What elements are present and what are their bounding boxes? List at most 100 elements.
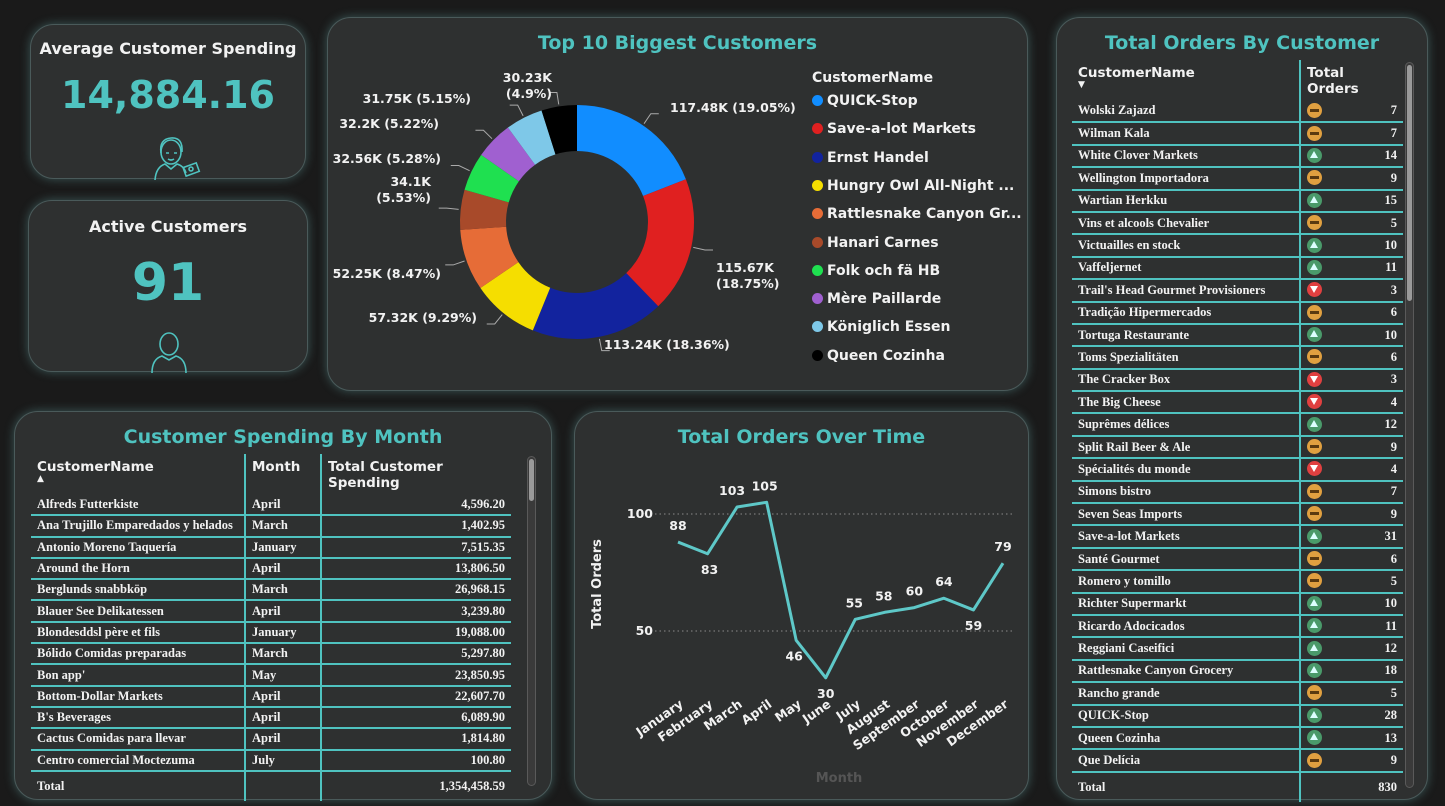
donut-slice[interactable] bbox=[577, 105, 686, 197]
table-row[interactable]: Reggiani Caseifici 12 bbox=[1072, 637, 1403, 661]
cell-customer: Toms Spezialitäten bbox=[1072, 346, 1301, 370]
table-row[interactable]: Vins et alcools Chevalier 5 bbox=[1072, 211, 1403, 236]
table-row[interactable]: The Cracker Box 3 bbox=[1072, 368, 1403, 393]
table-row[interactable]: Around the Horn April 13,806.50 bbox=[31, 557, 511, 581]
table-row[interactable]: Que Delícia 9 bbox=[1072, 749, 1403, 773]
cell-spending: 5,297.80 bbox=[321, 643, 511, 666]
table-row[interactable]: Wilman Kala 7 bbox=[1072, 122, 1403, 146]
scrollbar[interactable] bbox=[527, 456, 536, 786]
cell-customer: Cactus Comidas para llevar bbox=[31, 728, 246, 751]
table-row[interactable]: Tortuga Restaurante 10 bbox=[1072, 323, 1403, 348]
legend-item[interactable]: Hanari Carnes bbox=[812, 235, 939, 251]
table-row[interactable]: Tradição Hipermercados 6 bbox=[1072, 301, 1403, 325]
cell-total-orders: 11 bbox=[1324, 614, 1403, 639]
legend-marker bbox=[812, 293, 823, 305]
cell-customer: Santé Gourmet bbox=[1072, 547, 1301, 572]
table-row[interactable]: Vaffeljernet 11 bbox=[1072, 256, 1403, 281]
table-row[interactable]: Bottom-Dollar Markets April 22,607.70 bbox=[31, 685, 511, 708]
table-row[interactable]: Wolski Zajazd 7 bbox=[1072, 100, 1403, 124]
trend-neutral-icon bbox=[1307, 102, 1322, 118]
cell-customer: Berglunds snabbköp bbox=[31, 579, 246, 602]
table-row[interactable]: Antonio Moreno Taquería January 7,515.35 bbox=[31, 536, 511, 559]
legend-item[interactable]: Rattlesnake Canyon Gr... bbox=[812, 206, 1022, 222]
legend-item[interactable]: Queen Cozinha bbox=[812, 348, 945, 364]
table-row[interactable]: Simons bistro 7 bbox=[1072, 480, 1403, 505]
legend-item[interactable]: Folk och fä HB bbox=[812, 263, 940, 279]
table-row[interactable]: QUICK-Stop 28 bbox=[1072, 704, 1403, 728]
y-tick-label: 50 bbox=[636, 623, 654, 638]
table-row[interactable]: Santé Gourmet 6 bbox=[1072, 547, 1403, 572]
scrollbar-thumb[interactable] bbox=[529, 459, 534, 501]
orders-table: CustomerName ▼ Total Orders Wolski Zajazd… bbox=[1072, 60, 1403, 802]
cell-spending: 1,814.80 bbox=[321, 728, 511, 751]
legend-item[interactable]: Hungry Owl All-Night ... bbox=[812, 178, 1014, 194]
cell-customer: Trail's Head Gourmet Provisioners bbox=[1072, 279, 1301, 303]
cell-month: April bbox=[245, 706, 322, 730]
table-row[interactable]: Rancho grande 5 bbox=[1072, 682, 1403, 706]
kpi-value: 91 bbox=[131, 253, 205, 313]
table-row[interactable]: Alfreds Futterkiste April 4,596.20 bbox=[31, 494, 511, 517]
scrollbar-thumb[interactable] bbox=[1407, 65, 1412, 301]
series-line[interactable] bbox=[677, 500, 1005, 680]
table-row[interactable]: Trail's Head Gourmet Provisioners 3 bbox=[1072, 279, 1403, 303]
cell-customer: Centro comercial Moctezuma bbox=[31, 749, 246, 772]
table-row[interactable]: Berglunds snabbköp March 26,968.15 bbox=[31, 579, 511, 602]
x-tick-label: May bbox=[772, 696, 804, 725]
cell-indicator bbox=[1300, 458, 1324, 482]
scrollbar[interactable] bbox=[1405, 62, 1414, 788]
table-row[interactable]: Save-a-lot Markets 31 bbox=[1072, 525, 1403, 549]
column-header-customer[interactable]: CustomerName ▼ bbox=[1072, 60, 1301, 100]
legend-item[interactable]: Mère Paillarde bbox=[812, 291, 941, 307]
table-row[interactable]: Bon app' May 23,850.95 bbox=[31, 664, 511, 687]
legend-item[interactable]: Ernst Handel bbox=[812, 150, 929, 166]
leader-line bbox=[438, 207, 459, 210]
table-row[interactable]: Spécialités du monde 4 bbox=[1072, 458, 1403, 482]
cell-month: April bbox=[245, 494, 322, 517]
cell-customer: Reggiani Caseifici bbox=[1072, 637, 1301, 661]
cell-customer: The Big Cheese bbox=[1072, 391, 1301, 415]
cell-total-orders: 4 bbox=[1324, 458, 1403, 482]
cell-indicator bbox=[1300, 749, 1324, 773]
column-header-total-orders[interactable]: Total Orders bbox=[1300, 60, 1403, 100]
table-row[interactable]: The Big Cheese 4 bbox=[1072, 391, 1403, 415]
table-row[interactable]: Split Rail Beer & Ale 9 bbox=[1072, 435, 1403, 460]
table-row[interactable]: Cactus Comidas para llevar April 1,814.80 bbox=[31, 728, 511, 751]
table-row[interactable]: Victuailles en stock 10 bbox=[1072, 234, 1403, 258]
table-row[interactable]: Blondesddsl père et fils January 19,088.00 bbox=[31, 621, 511, 645]
table-row[interactable]: Suprêmes délices 12 bbox=[1072, 413, 1403, 437]
table-row[interactable]: Centro comercial Moctezuma July 100.80 bbox=[31, 749, 511, 772]
cell-spending: 22,607.70 bbox=[321, 685, 511, 708]
data-label: 103 bbox=[719, 483, 745, 498]
cell-customer: Vins et alcools Chevalier bbox=[1072, 211, 1301, 236]
cell-total-orders: 12 bbox=[1324, 413, 1403, 437]
table-row[interactable]: Queen Cozinha 13 bbox=[1072, 726, 1403, 751]
trend-up-icon bbox=[1307, 707, 1322, 723]
table-row[interactable]: Toms Spezialitäten 6 bbox=[1072, 346, 1403, 370]
sort-descending-icon[interactable]: ▼ bbox=[1078, 81, 1293, 90]
cell-total-orders: 18 bbox=[1324, 659, 1403, 684]
legend-item[interactable]: QUICK-Stop bbox=[812, 93, 918, 109]
column-header-customer[interactable]: CustomerName ▲ bbox=[31, 454, 246, 494]
table-row[interactable]: Rattlesnake Canyon Grocery 18 bbox=[1072, 659, 1403, 684]
sort-ascending-icon[interactable]: ▲ bbox=[37, 475, 238, 484]
legend-label: Hungry Owl All-Night ... bbox=[827, 177, 1015, 194]
table-row[interactable]: White Clover Markets 14 bbox=[1072, 144, 1403, 169]
legend-item[interactable]: Königlich Essen bbox=[812, 319, 950, 335]
table-row[interactable]: Blauer See Delikatessen April 3,239.80 bbox=[31, 600, 511, 623]
column-header-spending[interactable]: Total Customer Spending bbox=[321, 454, 511, 494]
table-row[interactable]: Ricardo Adocicados 11 bbox=[1072, 614, 1403, 639]
cell-total-orders: 9 bbox=[1324, 435, 1403, 460]
table-row[interactable]: Ana Trujillo Emparedados y helados March 1… bbox=[31, 515, 511, 538]
table-row[interactable]: Richter Supermarkt 10 bbox=[1072, 592, 1403, 617]
kpi-card-average-spending: Average Customer Spending 14,884.16 bbox=[30, 24, 306, 181]
table-row[interactable]: Wellington Importadora 9 bbox=[1072, 167, 1403, 191]
column-header-month[interactable]: Month bbox=[245, 454, 322, 494]
table-row[interactable]: Romero y tomillo 5 bbox=[1072, 570, 1403, 594]
cell-total-orders: 13 bbox=[1324, 726, 1403, 751]
legend-item[interactable]: Save-a-lot Markets bbox=[812, 121, 976, 137]
table-row[interactable]: Wartian Herkku 15 bbox=[1072, 189, 1403, 213]
table-row[interactable]: Seven Seas Imports 9 bbox=[1072, 503, 1403, 527]
trend-up-icon bbox=[1307, 640, 1322, 656]
table-row[interactable]: Bólido Comidas preparadas March 5,297.80 bbox=[31, 643, 511, 666]
table-row[interactable]: B's Beverages April 6,089.90 bbox=[31, 706, 511, 730]
